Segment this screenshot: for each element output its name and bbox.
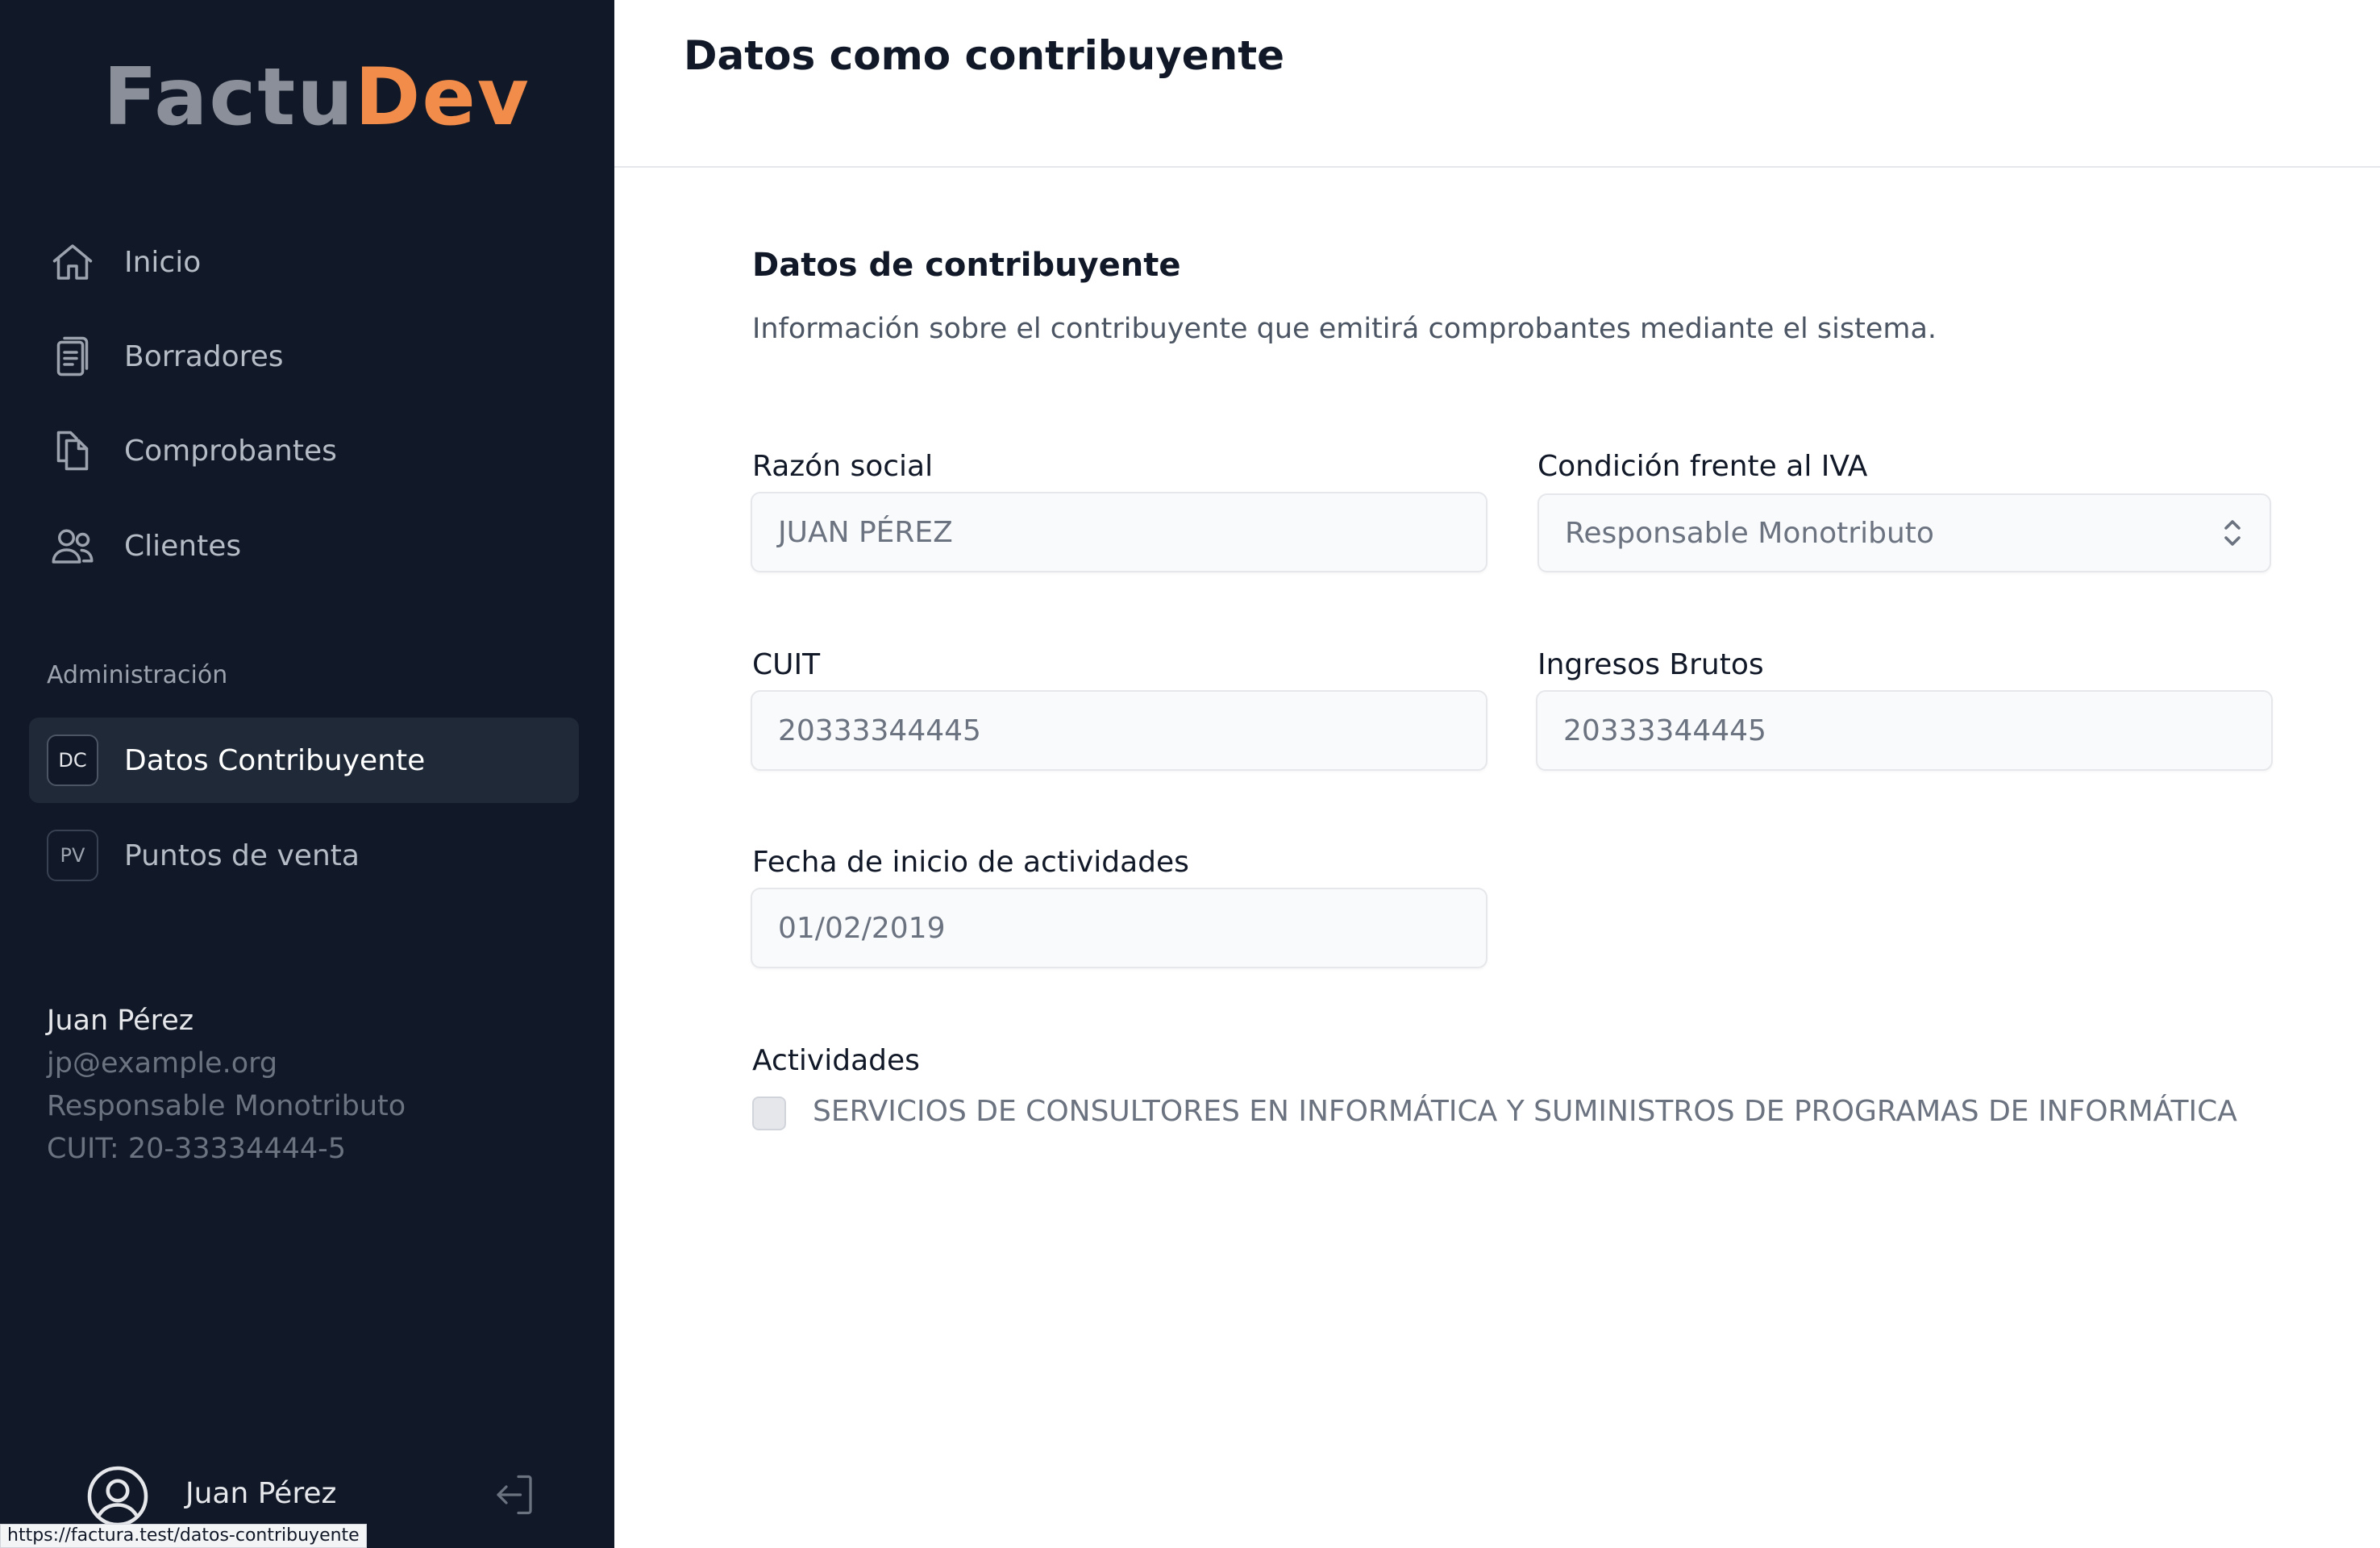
logo-part-2: Dev	[355, 52, 531, 144]
sidebar-item-label: Datos Contribuyente	[124, 743, 426, 777]
documents-icon	[47, 425, 98, 476]
sidebar-item-comprobantes[interactable]: Comprobantes	[29, 408, 579, 493]
cuit-field[interactable]: 20333344445	[751, 690, 1488, 771]
select-chevron-icon	[2220, 515, 2245, 551]
cuit-label: CUIT	[752, 648, 821, 681]
actividad-checkbox-label[interactable]: SERVICIOS DE CONSULTORES EN INFORMÁTICA …	[813, 1095, 2237, 1128]
home-icon	[47, 236, 98, 288]
sidebar: FactuDev Inicio Borradores Comprobantes …	[0, 0, 614, 1548]
user-cuit: CUIT: 20-33334444-5	[47, 1133, 347, 1165]
fecha-inicio-field[interactable]: 01/02/2019	[751, 888, 1488, 968]
sidebar-item-label: Puntos de venta	[124, 838, 360, 872]
actividades-label: Actividades	[752, 1044, 920, 1077]
ingresos-brutos-label: Ingresos Brutos	[1537, 648, 1764, 681]
user-avatar-icon[interactable]	[84, 1463, 152, 1530]
badge-pv: PV	[47, 830, 98, 881]
sidebar-item-label: Comprobantes	[124, 434, 337, 468]
sidebar-item-datos-contribuyente[interactable]: DC Datos Contribuyente	[29, 718, 579, 803]
sidebar-item-label: Borradores	[124, 339, 284, 373]
section-description: Información sobre el contribuyente que e…	[752, 313, 1937, 345]
page-title: Datos como contribuyente	[684, 32, 1285, 79]
sidebar-item-inicio[interactable]: Inicio	[29, 219, 579, 305]
app-logo[interactable]: FactuDev	[103, 58, 531, 137]
users-icon	[47, 520, 98, 572]
fecha-inicio-label: Fecha de inicio de actividades	[752, 846, 1189, 879]
sidebar-item-label: Inicio	[124, 245, 202, 279]
condicion-iva-select[interactable]: Responsable Monotributo	[1537, 493, 2271, 572]
sidebar-item-borradores[interactable]: Borradores	[29, 314, 579, 399]
section-title: Datos de contribuyente	[752, 247, 1181, 284]
user-email: jp@example.org	[47, 1047, 278, 1080]
status-bar-url: https://factura.test/datos-contribuyente	[0, 1524, 367, 1548]
sidebar-item-puntos-de-venta[interactable]: PV Puntos de venta	[29, 813, 579, 898]
footer-user-name[interactable]: Juan Pérez	[185, 1477, 336, 1510]
page-header: Datos como contribuyente	[614, 0, 2380, 168]
logo-part-1: Factu	[103, 52, 356, 144]
section-label-administracion: Administración	[47, 661, 228, 689]
actividad-checkbox[interactable]	[752, 1096, 786, 1130]
clipboard-icon	[47, 331, 98, 382]
sidebar-item-clientes[interactable]: Clientes	[29, 503, 579, 589]
razon-social-label: Razón social	[752, 450, 934, 483]
badge-dc: DC	[47, 734, 98, 786]
ingresos-brutos-field[interactable]: 20333344445	[1536, 690, 2273, 771]
razon-social-field[interactable]: JUAN PÉREZ	[751, 492, 1488, 572]
logout-icon[interactable]	[490, 1471, 539, 1519]
condicion-iva-value: Responsable Monotributo	[1565, 516, 1934, 550]
condicion-iva-label: Condición frente al IVA	[1537, 450, 1868, 483]
user-condition: Responsable Monotributo	[47, 1090, 406, 1122]
sidebar-item-label: Clientes	[124, 529, 242, 563]
user-info: Juan Pérez jp@example.org Responsable Mo…	[47, 1000, 406, 1171]
user-name: Juan Pérez	[47, 1005, 194, 1037]
